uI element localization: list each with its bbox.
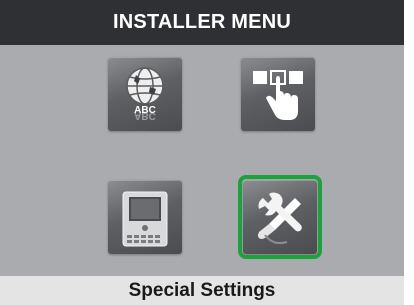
wrench-screwdriver-icon xyxy=(258,192,302,245)
hand-touch-icon xyxy=(253,70,303,120)
configuration-tile[interactable] xyxy=(241,57,315,131)
intercom-device-icon xyxy=(122,191,168,247)
menu-title: INSTALLER MENU xyxy=(0,0,404,45)
selected-item-label: Special Settings xyxy=(0,276,404,305)
language-tile[interactable]: ABC ABC xyxy=(108,57,182,131)
device-settings-tile[interactable] xyxy=(108,180,182,254)
special-settings-tile[interactable] xyxy=(238,175,322,259)
globe-abc-icon: ABC ABC xyxy=(126,67,164,121)
abc-mirror-text: ABC xyxy=(134,110,156,121)
installer-menu-screen: INSTALLER MENU ABC ABC Special Settings xyxy=(0,0,404,305)
